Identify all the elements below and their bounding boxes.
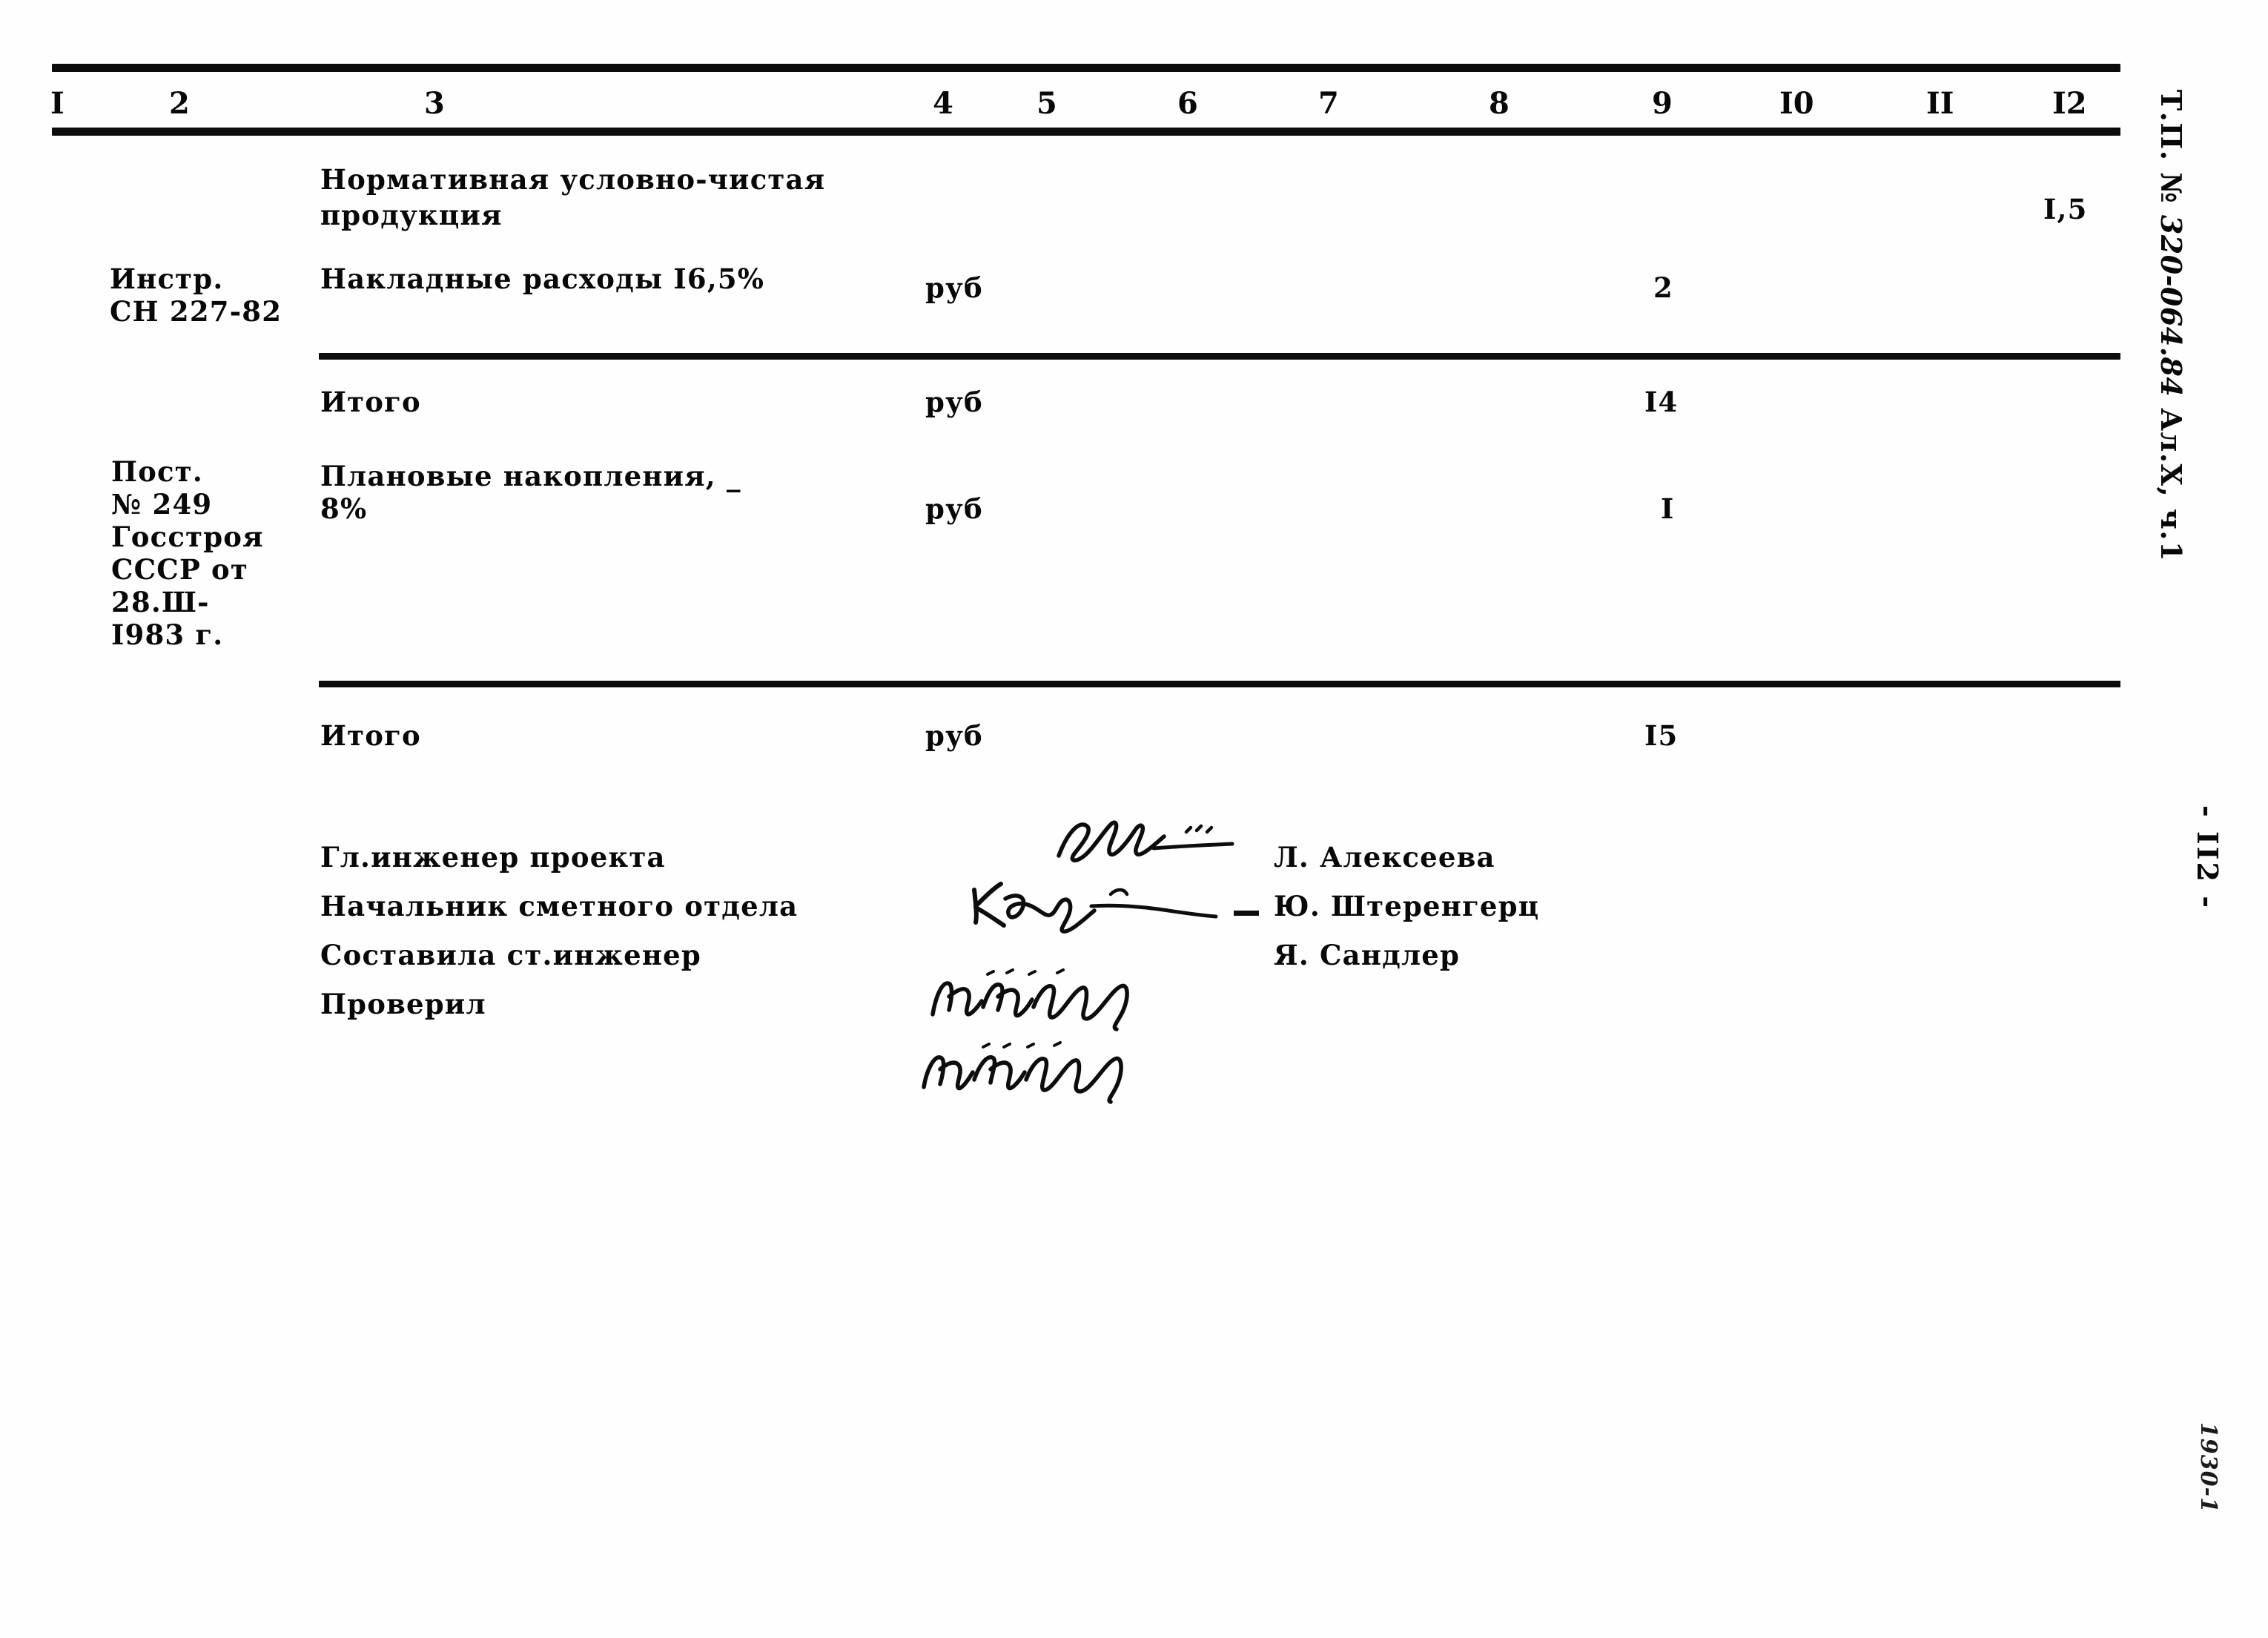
signature-role-2: Начальник сметного отдела	[320, 890, 799, 922]
row-5-unit: руб	[925, 719, 983, 752]
row-3-name: Итого	[320, 386, 421, 418]
corner-mark: 1930-1	[2195, 1422, 2221, 1513]
table-top-rule	[52, 64, 2120, 72]
row-separator-rule-2	[319, 681, 2120, 687]
column-number-6: 6	[1177, 86, 1198, 121]
document-page: I 2 3 4 5 6 7 8 9 I0 II I2 Нормативная у…	[0, 0, 2268, 1638]
column-number-5: 5	[1037, 86, 1057, 121]
column-number-7: 7	[1318, 86, 1339, 121]
row-4-justification-line-6: I983 г.	[111, 618, 224, 651]
row-4-justification-line-4: СССР от	[111, 553, 249, 586]
column-number-2: 2	[169, 86, 190, 121]
signature-leader-dash	[1234, 911, 1259, 916]
row-1-name-line-2: продукция	[320, 199, 503, 231]
row-4-justification-line-5: 28.Ш-	[111, 586, 210, 618]
column-number-3: 3	[424, 86, 445, 121]
column-number-12: I2	[2052, 86, 2087, 121]
handwritten-signature-3	[919, 964, 1157, 1031]
page-number: - II2 -	[2191, 805, 2224, 910]
table-header-bottom-rule	[52, 128, 2120, 136]
stamp-code-handwritten: 320-064.84	[2155, 214, 2188, 397]
row-2-col-9-value: 2	[1653, 271, 1673, 304]
row-2-name-line-1: Накладные расходы I6,5%	[320, 262, 765, 295]
column-number-11: II	[1926, 86, 1954, 121]
signature-name-3: Я. Сандлер	[1274, 939, 1461, 971]
column-number-9: 9	[1652, 86, 1673, 121]
row-4-justification-line-2: № 249	[111, 488, 213, 521]
row-1-col-12-value: I,5	[2043, 193, 2088, 225]
row-4-justification-line-3: Госстроя	[111, 521, 264, 553]
row-4-name-line-2: 8%	[320, 492, 368, 525]
signature-role-3: Составила ст.инженер	[320, 939, 701, 971]
row-3-unit: руб	[925, 386, 983, 418]
column-number-10: I0	[1779, 86, 1814, 121]
signature-name-1: Л. Алексеева	[1274, 841, 1495, 874]
row-5-col-9-value: I5	[1644, 719, 1679, 752]
row-separator-rule-1	[319, 353, 2120, 360]
handwritten-signature-1	[1045, 810, 1260, 876]
row-2-justification-line-2: СН 227-82	[110, 295, 282, 328]
row-4-justification-line-1: Пост.	[111, 455, 203, 488]
handwritten-signature-2	[964, 874, 1231, 937]
handwritten-signature-4	[912, 1038, 1149, 1104]
column-number-4: 4	[933, 86, 953, 121]
signature-role-4: Проверил	[320, 988, 486, 1020]
row-1-name-line-1: Нормативная условно-чистая	[320, 163, 826, 196]
column-number-8: 8	[1489, 86, 1510, 121]
document-stamp-code: Т.П. № 320-064.84 Ал.Х, ч.1	[2121, 46, 2221, 562]
row-2-unit: руб	[925, 271, 983, 304]
signature-role-1: Гл.инженер проекта	[320, 841, 666, 874]
stamp-code-prefix: Т.П. №	[2155, 89, 2188, 215]
row-3-col-9-value: I4	[1644, 386, 1679, 418]
row-4-name-line-1: Плановые накопления, _	[320, 460, 741, 492]
row-4-unit: руб	[925, 492, 983, 525]
row-2-justification-line-1: Инстр.	[110, 262, 224, 295]
row-4-col-9-value: I	[1661, 492, 1675, 525]
stamp-code-suffix: Ал.Х, ч.1	[2155, 397, 2188, 562]
column-number-1: I	[50, 86, 65, 121]
row-5-name: Итого	[320, 719, 421, 752]
signature-name-2: Ю. Штеренгерц	[1274, 890, 1540, 922]
